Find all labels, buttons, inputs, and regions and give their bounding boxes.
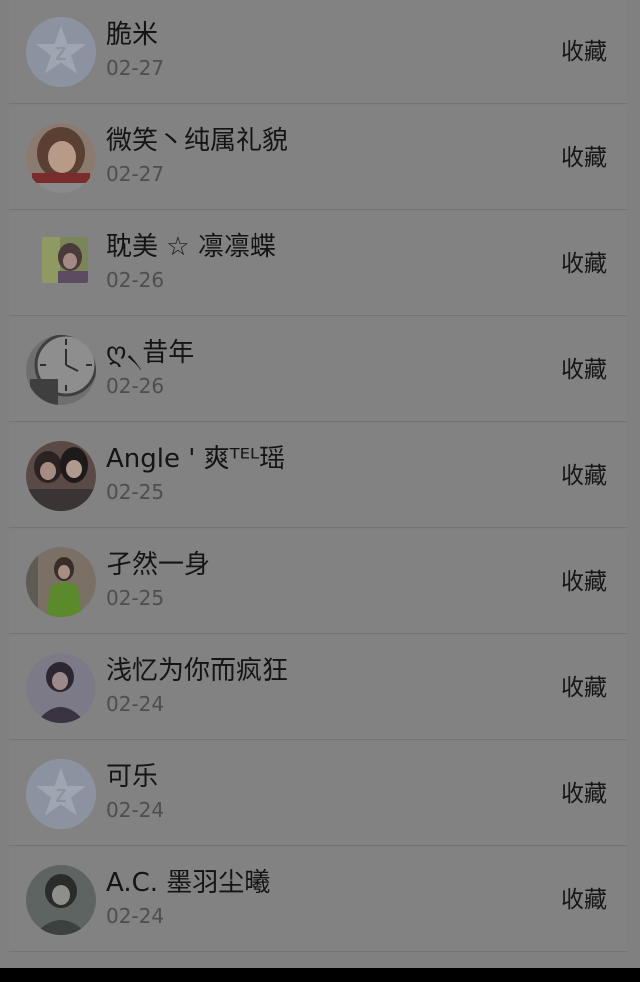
- clock-photo-avatar: [26, 335, 96, 405]
- contact-date: 02-25: [106, 586, 165, 610]
- favorite-button[interactable]: 收藏: [561, 144, 607, 172]
- contact-row[interactable]: 耽美 ☆ 凛凛蝶 02-26 收藏: [9, 212, 627, 316]
- default-avatar-icon: Z: [26, 17, 96, 87]
- photo-avatar: [26, 547, 96, 617]
- contact-date: 02-25: [106, 480, 165, 504]
- contact-row[interactable]: 微笑丶纯属礼貌 02-27 收藏: [9, 106, 627, 210]
- contact-name: 孑然一身: [106, 550, 211, 580]
- photo-avatar: [26, 441, 96, 511]
- favorite-button[interactable]: 收藏: [561, 250, 607, 278]
- contact-row[interactable]: 浅忆为你而疯狂 02-24 收藏: [9, 636, 627, 740]
- favorite-button[interactable]: 收藏: [561, 674, 607, 702]
- default-avatar-icon: Z: [26, 759, 96, 829]
- contact-name: 脆米: [106, 20, 159, 50]
- contact-row[interactable]: Z 可乐 02-24 收藏: [9, 742, 627, 846]
- contact-name: ღ৲昔年: [106, 338, 195, 368]
- contact-row[interactable]: Z 脆米 02-27 收藏: [9, 0, 627, 104]
- contact-date: 02-24: [106, 692, 165, 716]
- contact-date: 02-26: [106, 268, 165, 292]
- contact-list-screen: Z 脆米 02-27 收藏 微笑丶纯属礼貌 02-27 收藏 耽美 ☆ 凛凛蝶 …: [0, 0, 640, 968]
- photo-avatar: [42, 237, 88, 283]
- favorite-button[interactable]: 收藏: [561, 356, 607, 384]
- favorite-button[interactable]: 收藏: [561, 780, 607, 808]
- contact-date: 02-24: [106, 904, 165, 928]
- contact-row[interactable]: Angle ' 爽ᵀᴱᴸ瑶 02-25 收藏: [9, 424, 627, 528]
- contact-date: 02-26: [106, 374, 165, 398]
- contact-row[interactable]: ღ৲昔年 02-26 收藏: [9, 318, 627, 422]
- contact-name: A.C. 墨羽尘曦: [106, 868, 271, 898]
- contact-date: 02-27: [106, 56, 165, 80]
- contact-name: 耽美 ☆ 凛凛蝶: [106, 232, 276, 262]
- contact-row[interactable]: A.C. 墨羽尘曦 02-24 收藏: [9, 848, 627, 952]
- svg-text:Z: Z: [56, 44, 67, 64]
- contact-name: 微笑丶纯属礼貌: [106, 126, 289, 156]
- contact-name: 浅忆为你而疯狂: [106, 656, 289, 686]
- photo-avatar: [26, 653, 96, 723]
- bottom-edge: [0, 968, 640, 982]
- contact-date: 02-27: [106, 162, 165, 186]
- favorite-button[interactable]: 收藏: [561, 568, 607, 596]
- favorite-button[interactable]: 收藏: [561, 886, 607, 914]
- contact-name: Angle ' 爽ᵀᴱᴸ瑶: [106, 444, 286, 474]
- photo-avatar: [26, 865, 96, 935]
- favorite-button[interactable]: 收藏: [561, 462, 607, 490]
- svg-text:Z: Z: [56, 786, 67, 806]
- favorite-button[interactable]: 收藏: [561, 38, 607, 66]
- photo-avatar: [26, 123, 96, 193]
- contact-row[interactable]: 孑然一身 02-25 收藏: [9, 530, 627, 634]
- contact-name: 可乐: [106, 762, 159, 792]
- contact-date: 02-24: [106, 798, 165, 822]
